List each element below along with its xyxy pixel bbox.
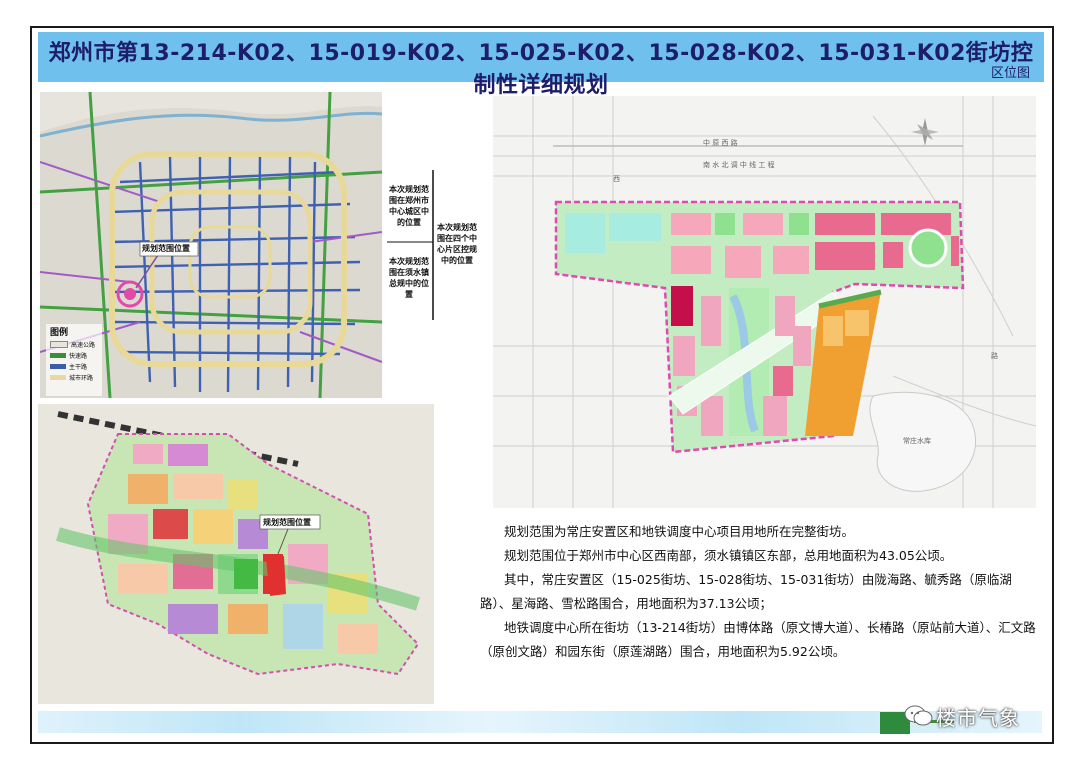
town-master-plan-map: 规划范围位置 <box>38 404 434 704</box>
callout-town: 本次规划范围在须水镇总规中的位置 <box>389 257 429 299</box>
desc-paragraph-3: 其中，常庄安置区（15-025街坊、15-028街坊、15-031街坊）由陇海路… <box>480 572 1012 611</box>
town-map-graphic <box>38 404 434 704</box>
description: 规划范围为常庄安置区和地铁调度中心项目用地所在完整街坊。 规划范围位于郑州市中心… <box>480 520 1040 664</box>
callouts: 本次规划范围在郑州市中心城区中的位置 本次规划范围在须水镇总规中的位置 本次规划… <box>387 170 477 320</box>
legend-label: 高速公路 <box>71 342 96 349</box>
site-map-graphic <box>493 96 1036 508</box>
watermark-text: 楼市气象 <box>936 706 1020 730</box>
lake-label: 常庄水库 <box>903 437 931 445</box>
callout-city: 本次规划范围在郑州市中心城区中的位置 <box>389 185 429 227</box>
callout-district: 本次规划范围在四个中心片区控规中的位置 <box>437 223 477 265</box>
right-road-label: 路 <box>991 352 998 360</box>
town-plan-label: 规划范围位置 <box>263 518 311 527</box>
west-road-label: 西 <box>613 175 620 183</box>
legend-item: 快速路 <box>50 350 95 361</box>
legend-label: 城市环路 <box>69 375 94 382</box>
legend-item: 高速公路 <box>50 339 95 350</box>
legend-swatch <box>50 341 68 348</box>
north-road-label: 中 原 西 路 <box>703 139 738 147</box>
wechat-icon <box>904 705 933 726</box>
page-title: 郑州市第13-214-K02、15-019-K02、15-025-K02、15-… <box>48 41 1034 98</box>
legend-label: 主干路 <box>69 364 88 371</box>
title-bar: 郑州市第13-214-K02、15-019-K02、15-025-K02、15-… <box>38 32 1044 98</box>
site-plan-map: 中 原 西 路 南 水 北 调 中 线 工 程 常庄水库 西 路 <box>493 96 1036 508</box>
desc-paragraph-1: 规划范围为常庄安置区和地铁调度中心项目用地所在完整街坊。 <box>504 524 855 539</box>
legend-item: 主干路 <box>50 361 95 372</box>
legend-swatch <box>50 353 66 358</box>
desc-paragraph-4: 地铁调度中心所在街坊（13-214街坊）由博体路（原文博大道）、长椿路（原站前大… <box>480 620 1036 659</box>
city-location-map: 规划范围位置 图例 高速公路 快速路 主干路 城市环路 <box>40 92 382 398</box>
legend-swatch <box>50 364 66 369</box>
city-legend-title: 图例 <box>50 328 69 338</box>
legend-swatch <box>50 375 66 380</box>
legend-label: 快速路 <box>69 353 88 360</box>
city-plan-label: 规划范围位置 <box>142 244 190 253</box>
city-legend: 高速公路 快速路 主干路 城市环路 <box>50 339 95 383</box>
watermark: 楼市气象 <box>900 700 1044 730</box>
legend-item: 城市环路 <box>50 372 95 383</box>
canal-label: 南 水 北 调 中 线 工 程 <box>703 161 775 169</box>
desc-paragraph-2: 规划范围位于郑州市中心区西南部，须水镇镇区东部，总用地面积为43.05公顷。 <box>504 548 953 563</box>
page-subtitle: 区位图 <box>990 66 1030 81</box>
